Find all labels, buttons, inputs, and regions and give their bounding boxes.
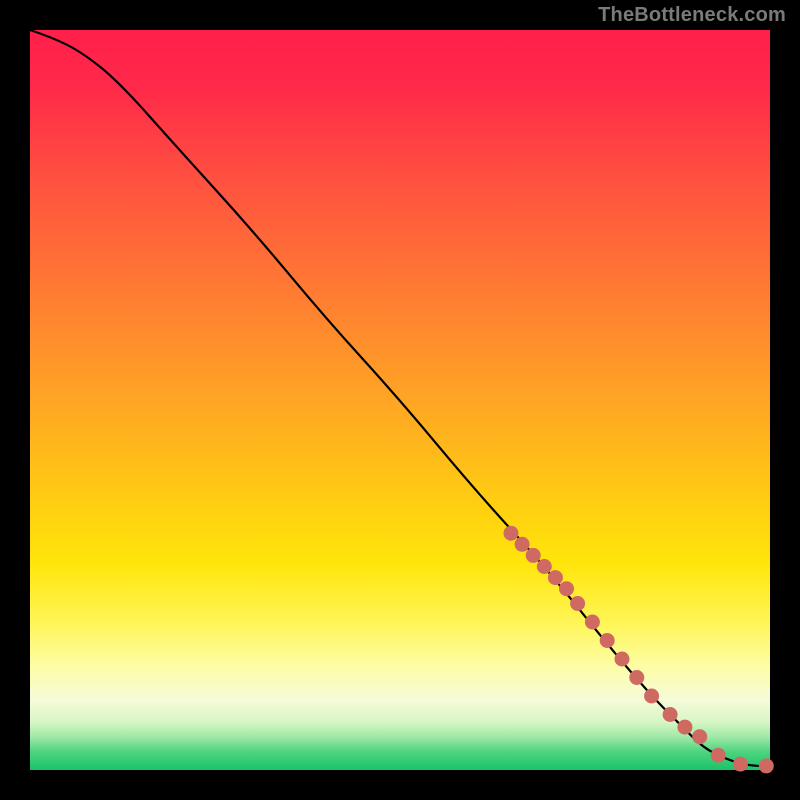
dot — [559, 581, 574, 596]
dot — [548, 570, 563, 585]
chart-svg — [0, 0, 800, 800]
dot — [585, 615, 600, 630]
dot — [615, 652, 630, 667]
dot — [629, 670, 644, 685]
dot — [711, 748, 726, 763]
dot — [570, 596, 585, 611]
dot — [759, 758, 774, 773]
dot — [504, 526, 519, 541]
dot — [515, 537, 530, 552]
dot — [600, 633, 615, 648]
dot — [537, 559, 552, 574]
dot — [733, 757, 748, 772]
dot — [526, 548, 541, 563]
chart-stage: TheBottleneck.com — [0, 0, 800, 800]
dot — [692, 729, 707, 744]
watermark-text: TheBottleneck.com — [598, 4, 786, 27]
dot — [677, 720, 692, 735]
dot — [663, 707, 678, 722]
dot — [644, 689, 659, 704]
